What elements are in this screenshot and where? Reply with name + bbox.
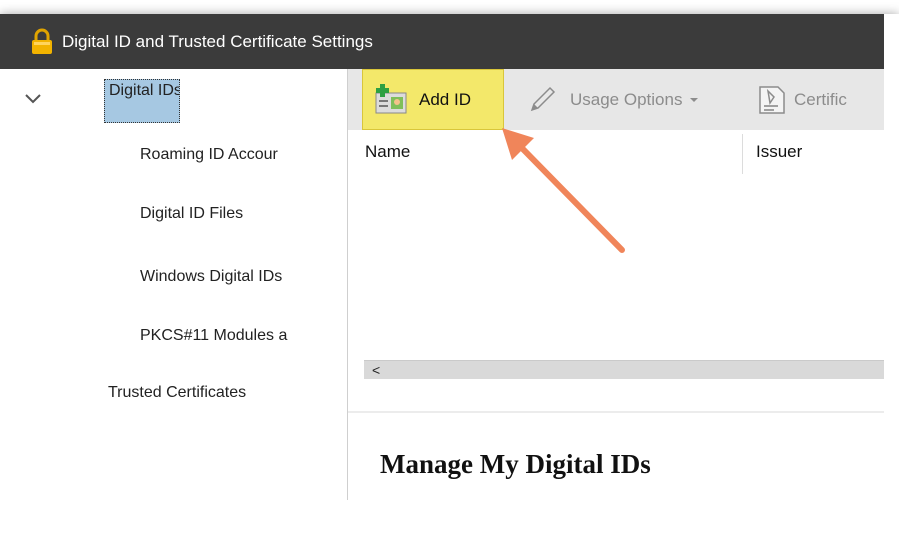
column-issuer[interactable]: Issuer [756,142,802,162]
lock-icon [32,28,52,54]
title-bar: Digital ID and Trusted Certificate Setti… [0,14,884,69]
annotation-arrow [502,128,625,253]
section-divider [348,411,884,413]
column-name[interactable]: Name [365,142,410,162]
tree-item-pkcs11-modules[interactable]: PKCS#11 Modules a [140,327,345,345]
dropdown-arrow-icon [690,97,699,102]
certificate-label: Certific [794,89,847,109]
chevron-down-icon[interactable] [24,93,42,105]
column-separator[interactable] [742,134,743,174]
horizontal-scrollbar[interactable]: < [364,360,884,379]
tree-item-windows-digital-ids[interactable]: Windows Digital IDs [140,268,345,286]
certificate-icon [759,85,785,114]
scroll-left-arrow[interactable]: < [372,362,380,378]
add-id-icon [375,83,407,113]
navigation-tree: Digital IDs Roaming ID Accour Digital ID… [0,69,348,500]
tree-item-digital-id-files[interactable]: Digital ID Files [140,205,345,223]
tree-item-roaming-id-accounts[interactable]: Roaming ID Accour [140,146,345,164]
tree-item-trusted-certificates[interactable]: Trusted Certificates [108,384,345,402]
tree-item-digital-ids[interactable]: Digital IDs [104,79,180,123]
usage-options-label: Usage Options [570,89,683,109]
pencil-icon [530,86,556,111]
add-id-label: Add ID [419,89,471,109]
details-heading: Manage My Digital IDs [380,449,651,479]
window-title: Digital ID and Trusted Certificate Setti… [62,31,373,51]
add-id-button[interactable]: Add ID [362,69,504,130]
bottom-margin [0,500,899,538]
certificate-details-button[interactable]: Certific [756,69,884,130]
